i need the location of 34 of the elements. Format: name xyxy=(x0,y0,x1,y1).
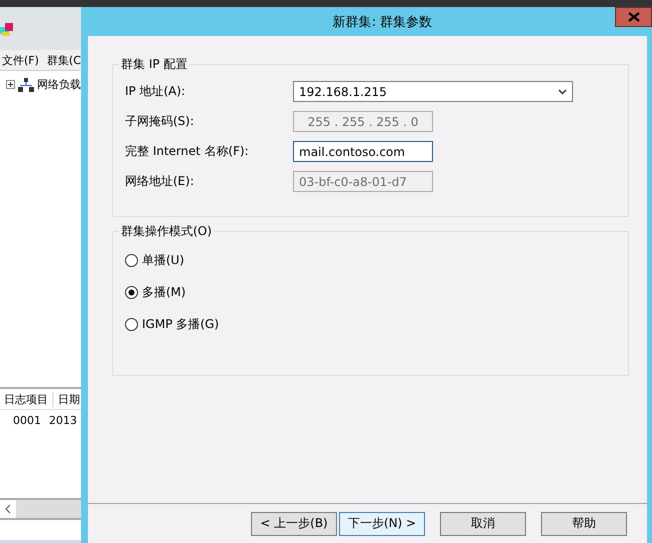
tree-item[interactable]: 网络负载 xyxy=(37,77,81,92)
expand-icon[interactable] xyxy=(6,80,15,89)
dialog-button[interactable]: < 上一步(B) xyxy=(251,512,337,536)
table-cell-text: 2013 xyxy=(48,414,78,426)
radio-button[interactable] xyxy=(125,254,138,266)
radio-label[interactable]: IGMP 多播(G) xyxy=(142,316,219,332)
column-header[interactable]: 日志项目 xyxy=(0,392,54,406)
dropdown[interactable]: 192.168.1.215 xyxy=(293,81,573,102)
dialog-button[interactable]: 下一步(N) > xyxy=(339,512,425,536)
dialog-button[interactable]: 帮助 xyxy=(541,512,627,536)
field-label: 子网掩码(S): xyxy=(125,113,196,130)
input-field[interactable]: mail.contoso.com xyxy=(293,141,433,162)
network-icon xyxy=(18,78,34,92)
radio-label[interactable]: 多播(M) xyxy=(142,284,186,300)
radio-label[interactable]: 单播(U) xyxy=(142,252,184,268)
menu-item[interactable]: 群集(C xyxy=(46,52,81,68)
input-field: 255 . 255 . 255 . 0 xyxy=(293,111,433,132)
field-label: 网络地址(E): xyxy=(125,173,195,190)
menu-item[interactable]: 文件(F) xyxy=(2,52,39,68)
caret-icon[interactable] xyxy=(558,88,567,94)
field-label: IP 地址(A): xyxy=(125,83,186,100)
radio-button[interactable] xyxy=(125,286,138,298)
close-button[interactable] xyxy=(615,7,652,27)
table-cell-text: 0001 xyxy=(12,414,42,426)
field-label: 完整 Internet 名称(F): xyxy=(125,143,250,160)
group-title: 群集操作模式(O) xyxy=(119,224,214,238)
app-icon xyxy=(0,20,14,36)
close-icon[interactable] xyxy=(628,12,640,22)
group-title: 群集 IP 配置 xyxy=(119,57,190,71)
radio-button[interactable] xyxy=(125,318,138,330)
scroll-left-icon[interactable] xyxy=(0,500,16,518)
input-field: 03-bf-c0-a8-01-d7 xyxy=(293,171,433,192)
window-title: 新群集: 群集参数 xyxy=(332,14,432,30)
dialog-button[interactable]: 取消 xyxy=(440,512,526,536)
